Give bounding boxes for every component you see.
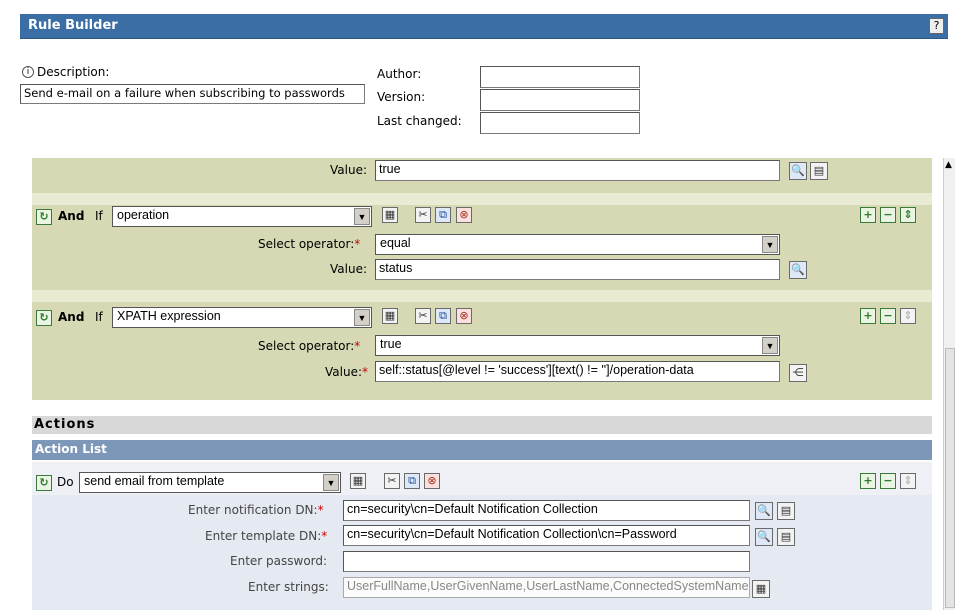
remove-condition-icon[interactable]: − (880, 207, 896, 223)
operator-select[interactable]: true ▼ (375, 335, 780, 356)
value-label: Value:* (325, 365, 368, 379)
strings-label: Enter strings: (248, 580, 329, 594)
value-field[interactable]: status (375, 259, 780, 280)
condition-type-select[interactable]: XPATH expression ▼ (112, 307, 372, 328)
add-action-icon[interactable]: + (860, 473, 876, 489)
add-condition-icon[interactable]: + (860, 207, 876, 223)
scroll-thumb[interactable] (945, 348, 955, 608)
search-icon[interactable]: 🔍 (789, 162, 807, 180)
action-value: send email from template (84, 474, 225, 488)
action-list-title: Action List (35, 442, 107, 456)
paste-icon[interactable]: ⊗ (456, 207, 472, 223)
argument-builder-icon[interactable]: ▦ (350, 473, 366, 489)
chevron-down-icon[interactable]: ▼ (323, 474, 339, 491)
chevron-down-icon[interactable]: ▼ (354, 208, 370, 225)
version-label: Version: (377, 90, 426, 104)
operator-value: equal (380, 236, 411, 250)
browse-tree-icon[interactable]: ▤ (810, 162, 828, 180)
top-value-label: Value: (330, 163, 367, 177)
notification-dn-label: Enter notification DN:* (188, 503, 324, 517)
author-field[interactable] (480, 66, 640, 88)
search-icon[interactable]: 🔍 (755, 528, 773, 546)
argument-builder-icon[interactable]: ▦ (382, 207, 398, 223)
string-list-icon[interactable]: ▦ (752, 580, 770, 598)
and-label: And (58, 310, 85, 324)
browse-tree-icon[interactable]: ▤ (777, 502, 795, 520)
operator-label: Select operator:* (258, 339, 361, 353)
actions-section-header: Actions (32, 416, 932, 434)
do-label: Do (57, 475, 74, 489)
last-changed-label: Last changed: (377, 114, 462, 128)
author-label: Author: (377, 67, 422, 81)
rule-builder-titlebar: Rule Builder ? (20, 14, 948, 39)
remove-action-icon[interactable]: − (880, 473, 896, 489)
condition-type-value: operation (117, 208, 170, 222)
and-label: And (58, 209, 85, 223)
if-label: If (95, 209, 103, 223)
refresh-icon[interactable]: ↻ (36, 475, 52, 491)
notification-dn-field[interactable]: cn=security\cn=Default Notification Coll… (343, 500, 750, 521)
refresh-icon[interactable]: ↻ (36, 209, 52, 225)
paste-icon[interactable]: ⊗ (424, 473, 440, 489)
page-title: Rule Builder (28, 18, 118, 33)
condition-type-select[interactable]: operation ▼ (112, 206, 372, 227)
password-field[interactable] (343, 551, 750, 572)
xpath-value-field[interactable]: self::status[@level != 'success'][text()… (375, 361, 780, 382)
copy-icon[interactable]: ⧉ (435, 308, 451, 324)
xpath-builder-icon[interactable]: ⋲ (789, 364, 807, 382)
row-separator (32, 193, 932, 205)
scroll-up-icon[interactable]: ▲ (945, 160, 952, 170)
row-separator (32, 290, 932, 302)
description-field[interactable]: Send e-mail on a failure when subscribin… (20, 84, 365, 104)
version-field[interactable] (480, 89, 640, 111)
operator-value: true (380, 337, 402, 351)
paste-icon[interactable]: ⊗ (456, 308, 472, 324)
search-icon[interactable]: 🔍 (789, 261, 807, 279)
value-label: Value: (330, 262, 367, 276)
move-updown-icon[interactable]: ⇕ (900, 308, 916, 324)
move-updown-icon[interactable]: ⇕ (900, 473, 916, 489)
operator-label: Select operator:* (258, 237, 361, 251)
copy-icon[interactable]: ⧉ (404, 473, 420, 489)
chevron-down-icon[interactable]: ▼ (762, 236, 778, 253)
vertical-scrollbar[interactable]: ▲ (943, 158, 955, 610)
password-label: Enter password: (230, 554, 328, 568)
operator-select[interactable]: equal ▼ (375, 234, 780, 255)
strings-field[interactable]: UserFullName,UserGivenName,UserLastName,… (343, 577, 750, 598)
template-dn-label: Enter template DN:* (205, 529, 328, 543)
browse-tree-icon[interactable]: ▤ (777, 528, 795, 546)
refresh-icon[interactable]: ↻ (36, 310, 52, 326)
remove-condition-icon[interactable]: − (880, 308, 896, 324)
cut-icon[interactable]: ✂ (415, 308, 431, 324)
action-list-header: Action List (32, 440, 932, 460)
chevron-down-icon[interactable]: ▼ (762, 337, 778, 354)
copy-icon[interactable]: ⧉ (435, 207, 451, 223)
action-select[interactable]: send email from template ▼ (79, 472, 341, 493)
top-value-field[interactable]: true (375, 160, 780, 181)
template-dn-field[interactable]: cn=security\cn=Default Notification Coll… (343, 525, 750, 546)
condition-type-value: XPATH expression (117, 309, 221, 323)
cut-icon[interactable]: ✂ (384, 473, 400, 489)
search-icon[interactable]: 🔍 (755, 502, 773, 520)
actions-title: Actions (34, 417, 96, 432)
add-condition-icon[interactable]: + (860, 308, 876, 324)
cut-icon[interactable]: ✂ (415, 207, 431, 223)
info-icon: i (22, 66, 34, 78)
move-updown-icon[interactable]: ⇕ (900, 207, 916, 223)
if-label: If (95, 310, 103, 324)
chevron-down-icon[interactable]: ▼ (354, 309, 370, 326)
argument-builder-icon[interactable]: ▦ (382, 308, 398, 324)
last-changed-field[interactable] (480, 112, 640, 134)
description-label: Description: (37, 65, 110, 79)
help-icon[interactable]: ? (929, 18, 944, 34)
